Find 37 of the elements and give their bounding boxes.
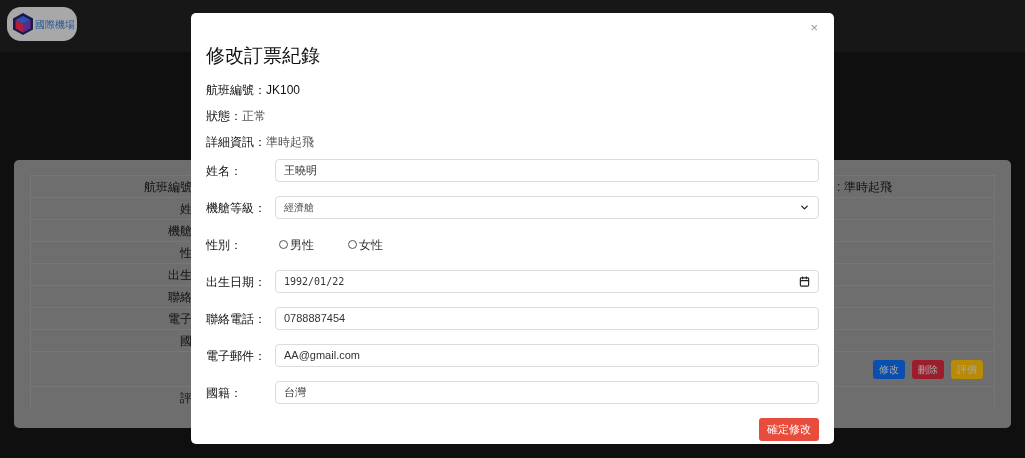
date-field[interactable]: 1992/01/22	[275, 270, 819, 293]
calendar-icon	[799, 276, 810, 287]
radio-button[interactable]	[279, 240, 288, 249]
row-label: 評	[180, 389, 192, 407]
action-button[interactable]: 刪除	[912, 359, 944, 379]
cube-icon	[12, 12, 34, 36]
field-label: 出生日期：	[206, 273, 267, 291]
confirm-button[interactable]: 確定修改	[759, 418, 819, 441]
logo-text: 國際機場	[35, 17, 75, 32]
class-select[interactable]: 經濟艙	[275, 196, 819, 219]
field-label: 機艙等級：	[206, 199, 267, 217]
radio-button[interactable]	[348, 240, 357, 249]
input-field[interactable]: 王曉明	[275, 159, 819, 182]
row-label: 電子	[168, 310, 192, 328]
dialog-title: 修改訂票紀錄	[206, 44, 321, 68]
field-label: 姓名：	[206, 162, 243, 180]
input-field[interactable]: AA@gmail.com	[275, 344, 819, 367]
radio-label: 男性	[290, 236, 314, 254]
info-line: 詳細資訊：準時起飛	[206, 134, 315, 151]
row-label: 機艙	[168, 222, 192, 240]
field-label: 電子郵件：	[206, 347, 267, 365]
radio-label: 女性	[359, 236, 383, 254]
row-label: 性	[180, 244, 192, 262]
field-label: 聯絡電話：	[206, 310, 267, 328]
input-field[interactable]: 台灣	[275, 381, 819, 404]
info-line: 航班編號：JK100	[206, 82, 302, 99]
row-label: 航班編號	[144, 178, 192, 196]
info-line: 狀態：正常	[206, 108, 267, 125]
field-label: 國籍：	[206, 384, 243, 402]
detail-value: : 準時起飛	[836, 178, 892, 196]
input-field[interactable]: 0788887454	[275, 307, 819, 330]
chevron-icon	[799, 202, 810, 213]
field-label: 性別：	[206, 236, 243, 254]
row-label: 姓	[180, 200, 192, 218]
row-label: 出生	[168, 266, 192, 284]
row-label: 聯絡	[168, 288, 192, 306]
row-label: 國	[180, 332, 192, 350]
